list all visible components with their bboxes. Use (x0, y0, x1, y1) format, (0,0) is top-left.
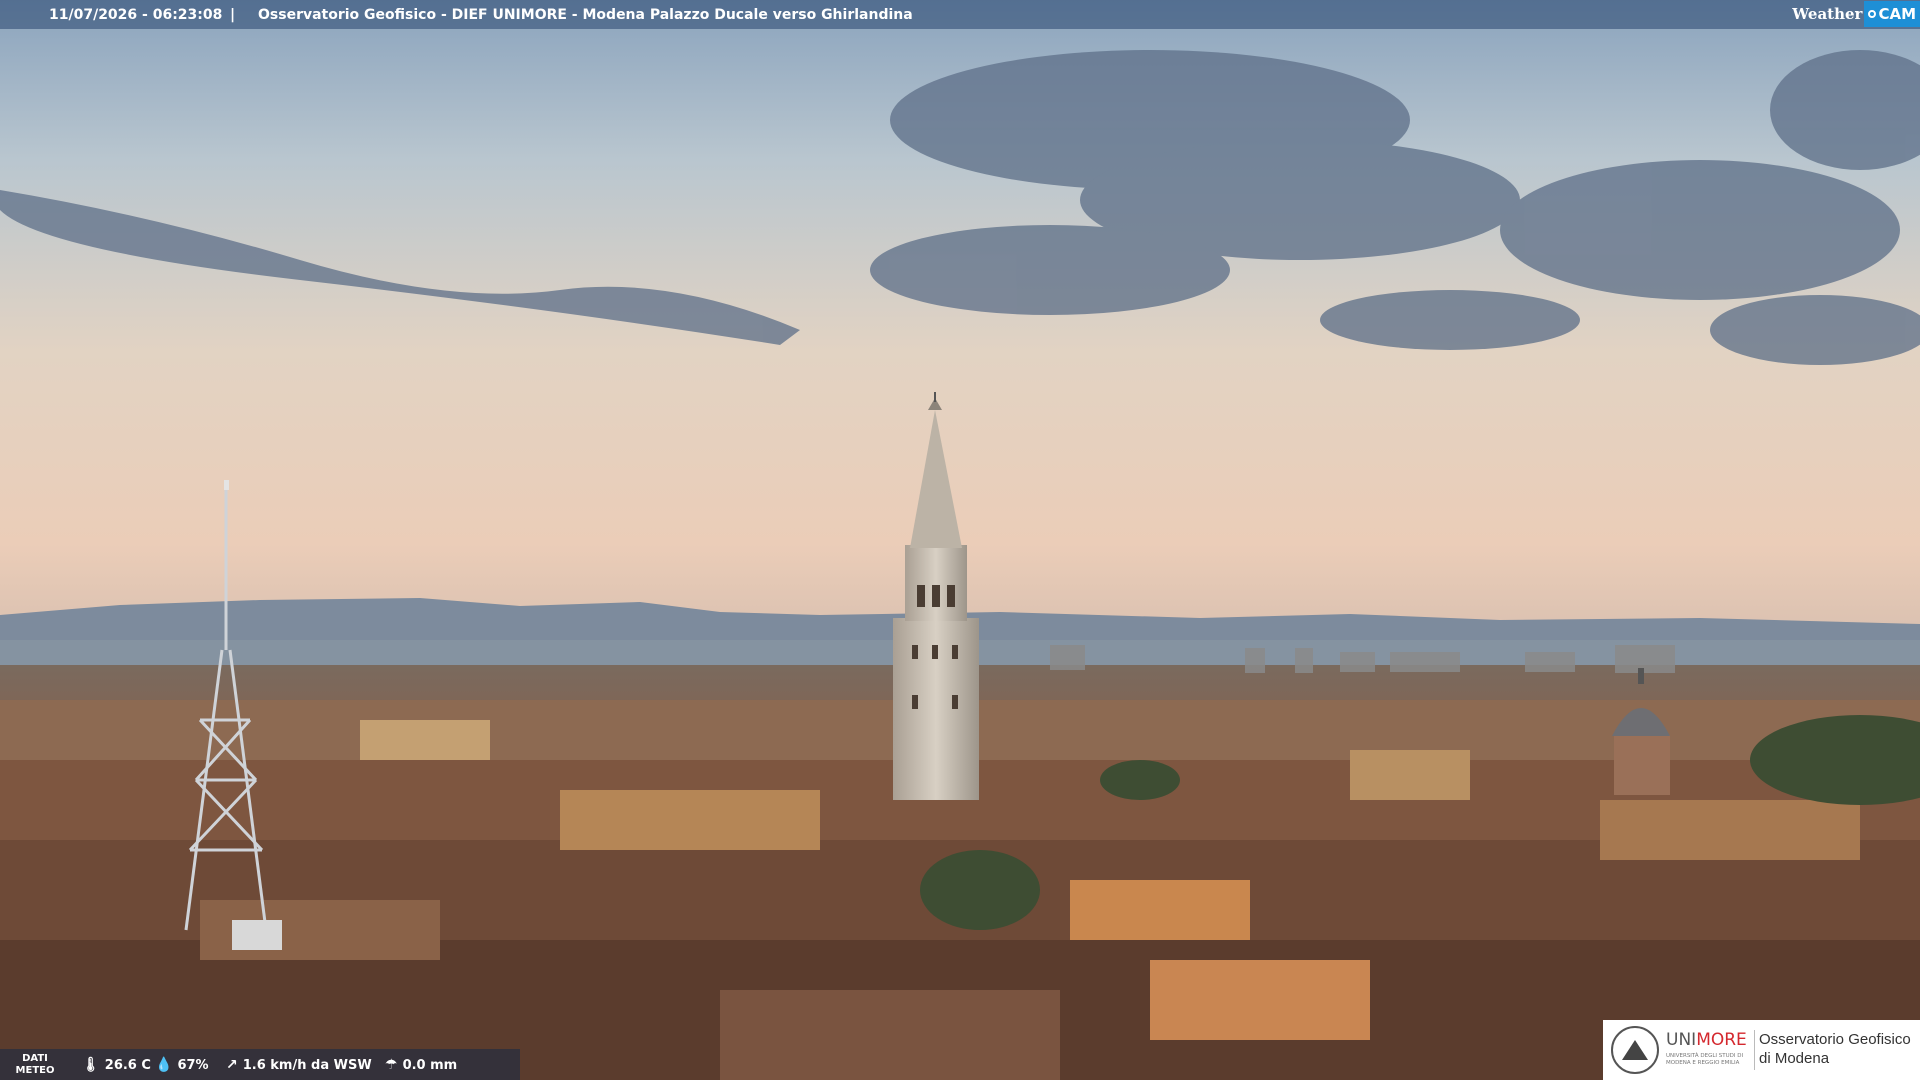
humidity-reading: 💧 67% (155, 1057, 209, 1073)
camera-title: Osservatorio Geofisico - DIEF UNIMORE - … (258, 7, 913, 23)
camera-lens-icon (1868, 10, 1877, 18)
unimore-subtitle: UNIVERSITÀ DEGLI STUDI DI MODENA E REGGI… (1666, 1053, 1744, 1066)
timestamp: 11/07/2026 - 06:23:08 (49, 7, 223, 23)
wind-reading: ↗ 1.6 km/h da WSW (226, 1057, 372, 1073)
weathercam-logo-cam-badge: CAM (1864, 1, 1920, 27)
wind-icon: ↗ (226, 1057, 238, 1073)
webcam-photo (0, 0, 1920, 1080)
unimore-wordmark: UNIMORE (1666, 1030, 1747, 1050)
weather-bar-label: DATI METEO (0, 1049, 70, 1080)
university-seal-icon (1611, 1026, 1659, 1074)
observatory-logo: UNIMORE UNIVERSITÀ DEGLI STUDI DI MODENA… (1603, 1020, 1920, 1080)
wind-value: 1.6 km/h da WSW (242, 1057, 372, 1073)
top-overlay-bar: 11/07/2026 - 06:23:08 | Osservatorio Geo… (0, 0, 1920, 29)
weather-data-bar: DATI METEO 🌡 26.6 C 💧 67% ↗ 1.6 km/h da … (0, 1049, 520, 1080)
temperature-reading: 🌡 26.6 C (82, 1057, 151, 1073)
rain-value: 0.0 mm (402, 1057, 458, 1073)
rain-icon: ☂ (385, 1057, 398, 1073)
thermometer-icon: 🌡 (82, 1057, 100, 1073)
weathercam-logo-weather: Weather (1792, 5, 1863, 23)
weather-label-line1: DATI (22, 1052, 48, 1064)
separator: | (230, 7, 236, 23)
weathercam-logo-cam: CAM (1878, 5, 1916, 23)
observatory-line1: Osservatorio Geofisico (1759, 1031, 1911, 1048)
temperature-value: 26.6 C (104, 1057, 151, 1073)
logo-divider (1754, 1030, 1755, 1070)
weathercam-logo: Weather CAM (1792, 0, 1920, 28)
humidity-value: 67% (177, 1057, 209, 1073)
weather-label-line2: METEO (15, 1064, 55, 1076)
unimore-uni: UNI (1666, 1030, 1697, 1050)
rain-reading: ☂ 0.0 mm (385, 1057, 457, 1073)
unimore-more: MORE (1696, 1030, 1747, 1050)
humidity-drop-icon: 💧 (155, 1057, 173, 1073)
observatory-line2: di Modena (1759, 1050, 1830, 1067)
observatory-name: Osservatorio Geofisico di Modena (1759, 1030, 1911, 1068)
